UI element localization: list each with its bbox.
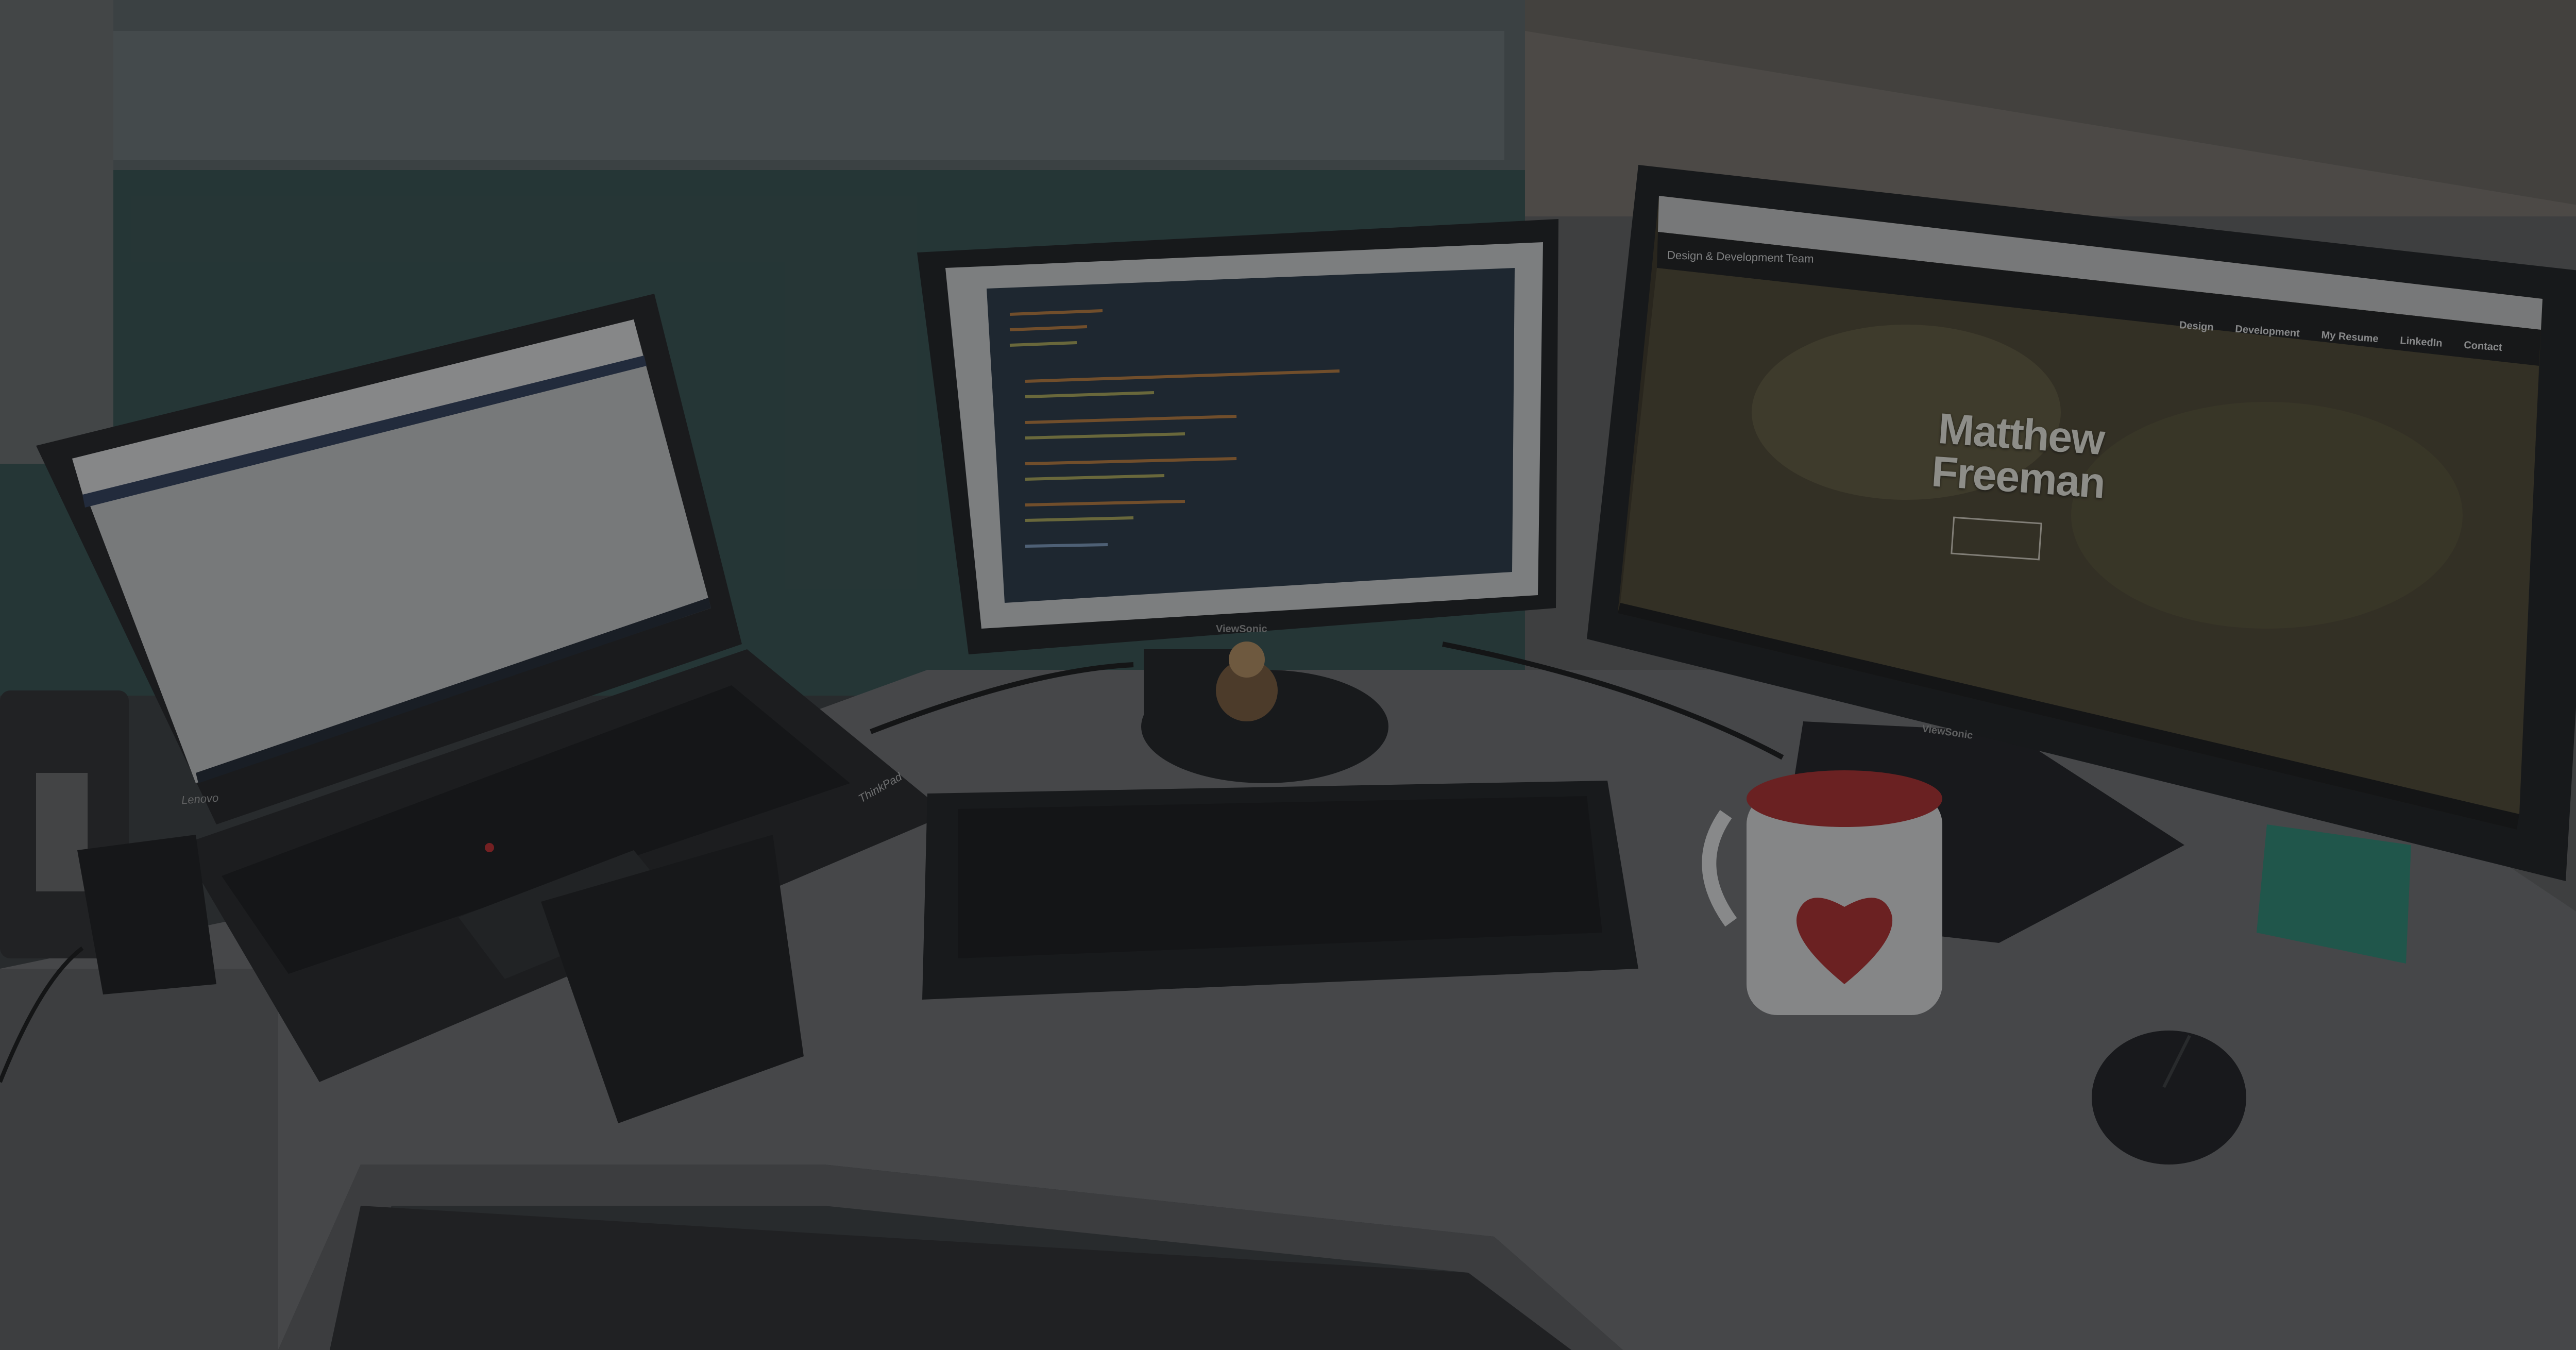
center-monitor-brand: ViewSonic xyxy=(1216,623,1267,635)
nav-item-design[interactable]: Design xyxy=(2179,319,2214,334)
mouse xyxy=(2092,1031,2246,1165)
laptop-brand: Lenovo xyxy=(181,791,219,807)
desk-scene: Design & Development Team Matthew Freema… xyxy=(0,0,2576,1350)
scene-illustration xyxy=(0,0,2576,1350)
